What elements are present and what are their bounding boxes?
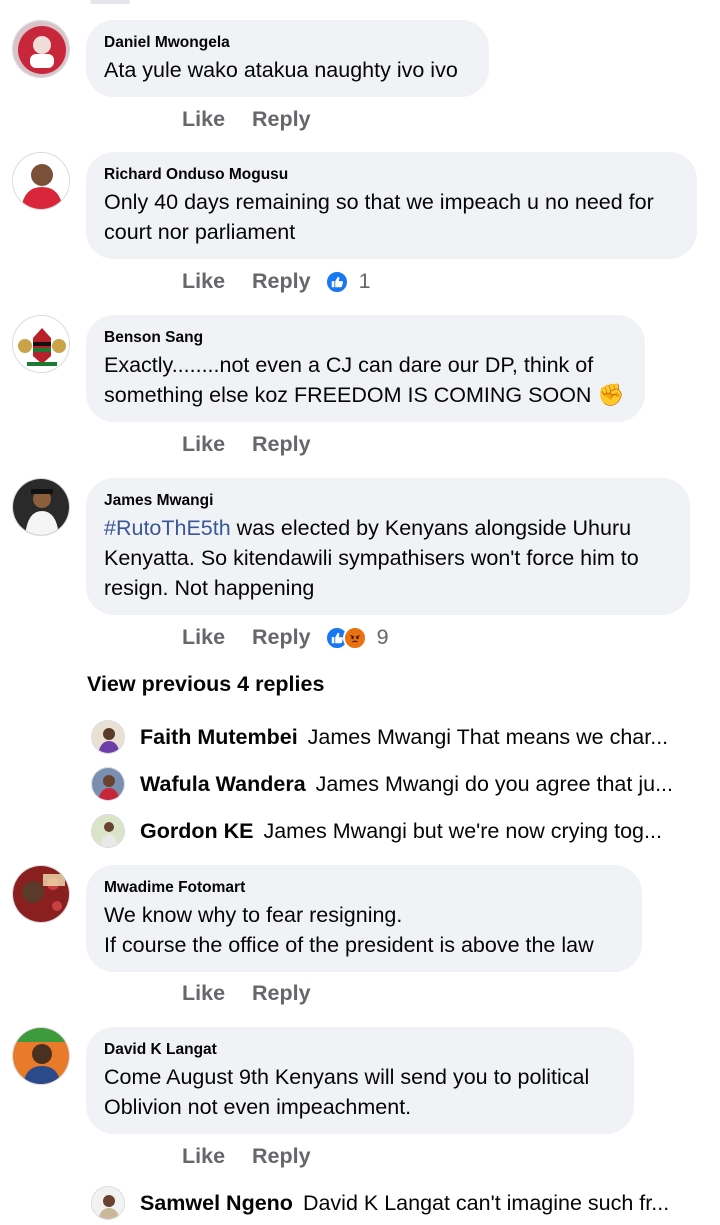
comment-text: Ata yule wako atakua naughty ivo ivo — [104, 58, 458, 82]
like-button[interactable]: Like — [182, 981, 225, 1006]
comment-text-body: Exactly........not even a CJ can dare ou… — [104, 353, 594, 407]
comment-author[interactable]: James Mwangi — [104, 491, 672, 511]
comment-text: Only 40 days remaining so that we impeac… — [104, 190, 654, 244]
thumbs-up-reaction-icon — [324, 269, 349, 294]
like-button[interactable]: Like — [182, 625, 225, 650]
avatar[interactable] — [91, 720, 125, 754]
comment-bubble[interactable]: David K Langat Come August 9th Kenyans w… — [86, 1027, 634, 1134]
reply-button[interactable]: Reply — [252, 107, 311, 132]
previous-comment-edge — [90, 0, 130, 4]
comment-text: #RutoThE5th was elected by Kenyans along… — [104, 513, 672, 603]
reply-samwel-ngeno[interactable]: Samwel Ngeno David K Langat can't imagin… — [91, 1186, 669, 1220]
avatar[interactable] — [12, 865, 70, 923]
comment-actions: Like Reply — [182, 432, 311, 457]
reply-text: James Mwangi That means we char... — [307, 724, 669, 749]
avatar[interactable] — [91, 1186, 125, 1220]
comment-bubble[interactable]: Daniel Mwongela Ata yule wako atakua nau… — [86, 20, 489, 97]
avatar[interactable] — [12, 1027, 70, 1085]
raised-fist-emoji: ✊ — [597, 383, 625, 407]
reaction-summary[interactable]: 9 — [324, 625, 389, 650]
avatar[interactable] — [91, 767, 125, 801]
comment-text: Come August 9th Kenyans will send you to… — [104, 1065, 590, 1119]
angry-reaction-icon — [342, 625, 367, 650]
comment-author[interactable]: Mwadime Fotomart — [104, 878, 624, 898]
reply-text: James Mwangi do you agree that ju... — [315, 771, 673, 796]
reply-button[interactable]: Reply — [252, 1144, 311, 1169]
reply-text: David K Langat can't imagine such fr... — [302, 1190, 670, 1215]
comment-author[interactable]: Daniel Mwongela — [104, 33, 471, 53]
like-button[interactable]: Like — [182, 1144, 225, 1169]
reply-faith-mutembei[interactable]: Faith Mutembei James Mwangi That means w… — [91, 720, 668, 754]
like-button[interactable]: Like — [182, 269, 225, 294]
reply-author[interactable]: Faith Mutembei — [140, 725, 298, 750]
reply-wafula-wandera[interactable]: Wafula Wandera James Mwangi do you agree… — [91, 767, 673, 801]
view-previous-replies-link[interactable]: View previous 4 replies — [87, 672, 324, 697]
comment-bubble[interactable]: Richard Onduso Mogusu Only 40 days remai… — [86, 152, 697, 259]
comment-text: Exactly........not even a CJ can dare ou… — [104, 350, 627, 410]
avatar[interactable] — [12, 478, 70, 536]
comment-actions: Like Reply — [182, 107, 311, 132]
reaction-summary[interactable]: 1 — [324, 269, 371, 294]
comment-actions: Like Reply 9 — [182, 625, 389, 650]
reply-gordon-ke[interactable]: Gordon KE James Mwangi but we're now cry… — [91, 814, 662, 848]
reply-author[interactable]: Samwel Ngeno — [140, 1191, 293, 1216]
reply-text: James Mwangi but we're now crying tog... — [263, 818, 662, 843]
like-button[interactable]: Like — [182, 107, 225, 132]
comment-author[interactable]: David K Langat — [104, 1040, 616, 1060]
comment-bubble[interactable]: James Mwangi #RutoThE5th was elected by … — [86, 478, 690, 615]
reply-button[interactable]: Reply — [252, 981, 311, 1006]
comment-actions: Like Reply 1 — [182, 269, 371, 294]
reply-author[interactable]: Wafula Wandera — [140, 772, 306, 797]
comment-author[interactable]: Richard Onduso Mogusu — [104, 165, 679, 185]
comment-bubble[interactable]: Benson Sang Exactly........not even a CJ… — [86, 315, 645, 422]
avatar[interactable] — [12, 315, 70, 373]
like-button[interactable]: Like — [182, 432, 225, 457]
reaction-count: 1 — [358, 269, 371, 293]
reaction-count: 9 — [376, 625, 389, 649]
hashtag-link[interactable]: #RutoThE5th — [104, 516, 231, 540]
comment-text: We know why to fear resigning. If course… — [104, 903, 594, 957]
reply-author[interactable]: Gordon KE — [140, 819, 253, 844]
avatar[interactable] — [12, 20, 70, 78]
avatar[interactable] — [91, 814, 125, 848]
avatar[interactable] — [12, 152, 70, 210]
comment-actions: Like Reply — [182, 981, 311, 1006]
comment-actions: Like Reply — [182, 1144, 311, 1169]
reply-button[interactable]: Reply — [252, 269, 311, 294]
comment-author[interactable]: Benson Sang — [104, 328, 627, 348]
comment-bubble[interactable]: Mwadime Fotomart We know why to fear res… — [86, 865, 642, 972]
reply-button[interactable]: Reply — [252, 625, 311, 650]
reply-button[interactable]: Reply — [252, 432, 311, 457]
